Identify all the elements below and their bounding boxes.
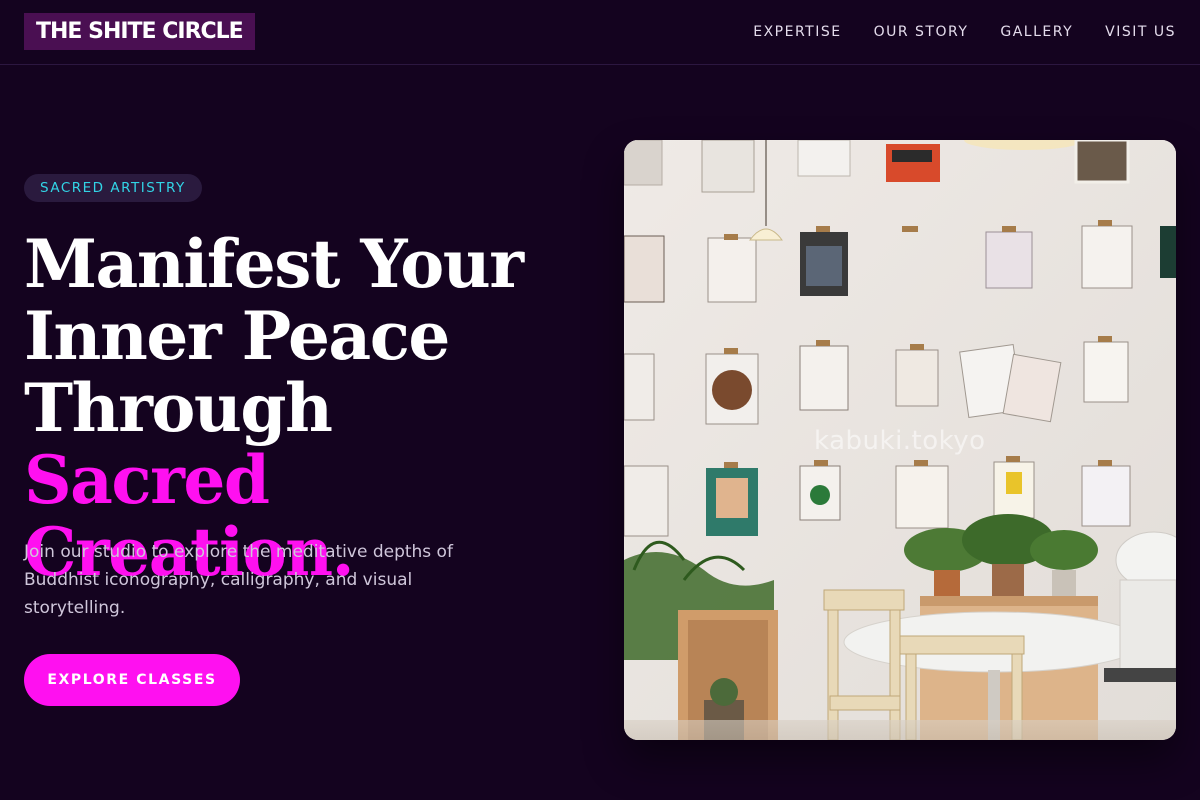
nav-link-gallery[interactable]: GALLERY bbox=[1000, 24, 1073, 40]
hero-badge: SACRED ARTISTRY bbox=[24, 174, 202, 202]
hero-headline: Manifest Your Inner Peace Through Sacred… bbox=[24, 228, 594, 588]
hero-image: kabuki.tokyo bbox=[624, 140, 1176, 740]
explore-classes-button[interactable]: EXPLORE CLASSES bbox=[24, 654, 240, 706]
headline-accent-sacred: Sacred bbox=[24, 441, 270, 519]
headline-line-2: Inner Peace bbox=[24, 297, 450, 375]
logo[interactable]: THE SHITE CIRCLE bbox=[24, 13, 255, 50]
site-header: THE SHITE CIRCLE EXPERTISE OUR STORY GAL… bbox=[0, 0, 1200, 65]
nav-link-expertise[interactable]: EXPERTISE bbox=[753, 24, 841, 40]
image-watermark: kabuki.tokyo bbox=[814, 426, 986, 456]
nav-link-visit-us[interactable]: VISIT US bbox=[1105, 24, 1176, 40]
nav-link-our-story[interactable]: OUR STORY bbox=[874, 24, 969, 40]
headline-line-3: Through bbox=[24, 369, 333, 447]
hero-description: Join our studio to explore the meditativ… bbox=[24, 542, 453, 618]
headline-line-1: Manifest Your bbox=[24, 225, 524, 303]
main-nav: EXPERTISE OUR STORY GALLERY VISIT US bbox=[753, 21, 1176, 43]
